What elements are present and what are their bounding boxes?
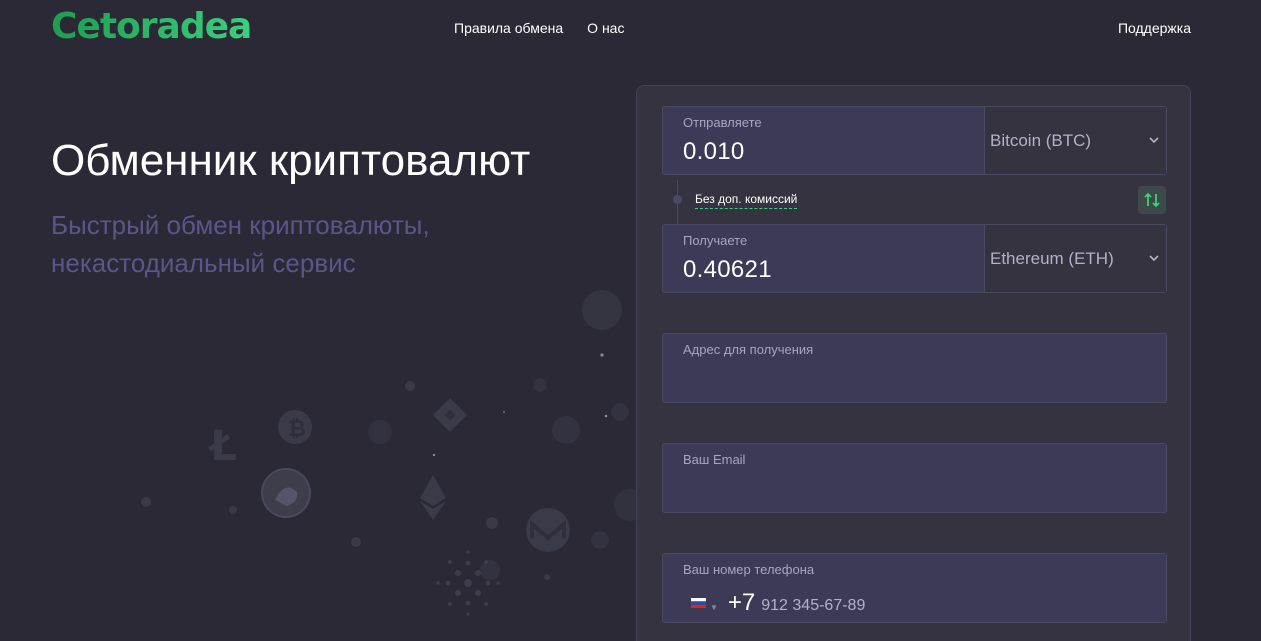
phone-input[interactable] bbox=[761, 597, 1146, 615]
glow-orb-icon bbox=[552, 416, 580, 444]
swap-button[interactable] bbox=[1138, 186, 1166, 214]
connector-dot bbox=[673, 195, 682, 204]
crypto-decoration: Ł ₿ bbox=[141, 290, 646, 616]
sparkle-icon bbox=[600, 353, 604, 357]
receive-row: Получаете 0.40621 Ethereum (ETH) bbox=[662, 224, 1167, 293]
phone-line: ▼ +7 bbox=[683, 589, 1146, 617]
top-nav: Правила обмена О нас bbox=[454, 20, 624, 36]
address-input[interactable] bbox=[683, 363, 1146, 381]
glow-orb-icon bbox=[229, 506, 237, 514]
ethereum-icon bbox=[420, 475, 446, 520]
email-field[interactable]: Ваш Email bbox=[662, 443, 1167, 513]
receive-label: Получаете bbox=[683, 233, 748, 248]
phone-country-code: +7 bbox=[727, 589, 756, 616]
glow-orb-icon bbox=[405, 381, 415, 391]
fee-info-link[interactable]: Без доп. комиссий bbox=[695, 192, 798, 209]
sparkle-icon bbox=[503, 411, 505, 413]
binance-icon bbox=[433, 398, 467, 432]
glow-orb-icon bbox=[582, 290, 622, 330]
russia-flag-icon[interactable] bbox=[691, 597, 706, 609]
svg-text:₿: ₿ bbox=[288, 417, 306, 442]
country-caret-icon[interactable]: ▼ bbox=[710, 603, 718, 612]
nav-link-rules[interactable]: Правила обмена bbox=[454, 20, 563, 36]
logo[interactable]: Cetoradea bbox=[51, 6, 252, 47]
nav-link-about[interactable]: О нас bbox=[587, 20, 624, 36]
glow-orb-icon bbox=[368, 420, 392, 444]
chevron-down-icon bbox=[1149, 255, 1159, 262]
hero-subtitle: Быстрый обмен криптовалюты, некастодиаль… bbox=[51, 210, 430, 278]
send-currency-label: Bitcoin (BTC) bbox=[990, 130, 1092, 150]
glow-orb-icon bbox=[486, 517, 498, 529]
chevron-down-icon bbox=[1149, 137, 1159, 144]
email-input[interactable] bbox=[683, 473, 1146, 491]
glow-orb-icon bbox=[591, 531, 609, 549]
glow-orb-icon bbox=[480, 560, 500, 580]
glow-orb-icon bbox=[141, 497, 151, 507]
email-label: Ваш Email bbox=[683, 452, 746, 467]
send-label: Отправляете bbox=[683, 115, 762, 130]
receive-currency-select[interactable]: Ethereum (ETH) bbox=[984, 225, 1166, 292]
phone-label: Ваш номер телефона bbox=[683, 562, 815, 577]
receive-amount-field[interactable]: Получаете 0.40621 bbox=[663, 225, 984, 292]
receive-currency-label: Ethereum (ETH) bbox=[990, 248, 1114, 268]
address-field[interactable]: Адрес для получения bbox=[662, 333, 1167, 403]
send-row: Отправляете 0.010 Bitcoin (BTC) bbox=[662, 106, 1167, 175]
litecoin-icon: Ł bbox=[208, 421, 237, 470]
page: Cetoradea Правила обмена О нас Поддержка… bbox=[0, 0, 1261, 641]
glow-orb-icon bbox=[351, 537, 361, 547]
exchange-card: Отправляете 0.010 Bitcoin (BTC) Без доп.… bbox=[636, 85, 1191, 641]
send-amount-field[interactable]: Отправляете 0.010 bbox=[663, 107, 984, 174]
phone-field[interactable]: Ваш номер телефона ▼ +7 bbox=[662, 553, 1167, 623]
sparkle-icon bbox=[432, 453, 436, 457]
glow-orb-icon bbox=[611, 403, 629, 421]
glow-orb-icon bbox=[533, 378, 547, 392]
glow-orb-icon bbox=[544, 574, 550, 580]
support-link[interactable]: Поддержка bbox=[1118, 20, 1191, 36]
receive-amount[interactable]: 0.40621 bbox=[683, 256, 964, 284]
address-label: Адрес для получения bbox=[683, 342, 814, 357]
swap-arrows-icon bbox=[1144, 192, 1160, 208]
send-currency-select[interactable]: Bitcoin (BTC) bbox=[984, 107, 1166, 174]
hero-title: Обменник криптовалют bbox=[51, 136, 531, 185]
sparkle-icon bbox=[604, 414, 608, 418]
send-amount[interactable]: 0.010 bbox=[683, 138, 964, 166]
